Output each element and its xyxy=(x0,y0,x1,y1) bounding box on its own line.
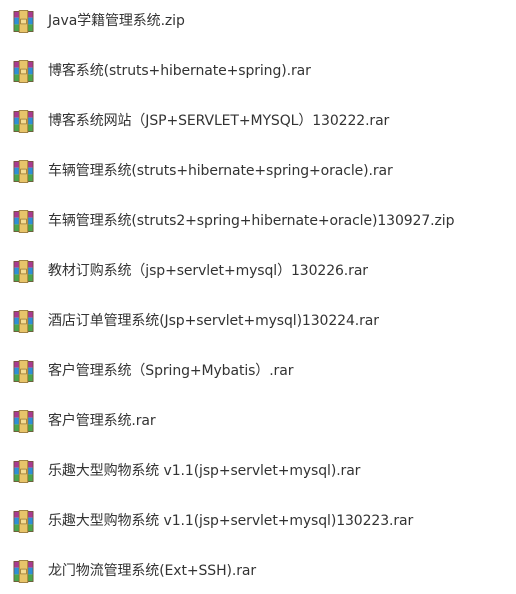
file-item[interactable]: 博客系统网站（JSP+SERVLET+MYSQL）130222.rar xyxy=(0,104,516,138)
file-name: 车辆管理系统(struts2+spring+hibernate+oracle)1… xyxy=(48,213,455,229)
file-item[interactable]: Java学籍管理系统.zip xyxy=(0,4,516,38)
file-item[interactable]: 教材订购系统（jsp+servlet+mysql）130226.rar xyxy=(0,254,516,288)
file-name: 客户管理系统（Spring+Mybatis）.rar xyxy=(48,363,294,379)
file-name: 乐趣大型购物系统 v1.1(jsp+servlet+mysql).rar xyxy=(48,463,361,479)
file-item[interactable]: 乐趣大型购物系统 v1.1(jsp+servlet+mysql).rar xyxy=(0,454,516,488)
file-item[interactable]: 酒店订单管理系统(Jsp+servlet+mysql)130224.rar xyxy=(0,304,516,338)
file-name: 教材订购系统（jsp+servlet+mysql）130226.rar xyxy=(48,263,368,279)
file-name: 客户管理系统.rar xyxy=(48,413,156,429)
file-name: 博客系统(struts+hibernate+spring).rar xyxy=(48,63,311,79)
file-item[interactable]: 博客系统(struts+hibernate+spring).rar xyxy=(0,54,516,88)
file-name: 酒店订单管理系统(Jsp+servlet+mysql)130224.rar xyxy=(48,313,379,329)
file-name: 车辆管理系统(struts+hibernate+spring+oracle).r… xyxy=(48,163,393,179)
file-name: 博客系统网站（JSP+SERVLET+MYSQL）130222.rar xyxy=(48,113,390,129)
file-name: 龙门物流管理系统(Ext+SSH).rar xyxy=(48,563,257,579)
file-item[interactable]: 龙门物流管理系统(Ext+SSH).rar xyxy=(0,554,516,588)
file-item[interactable]: 客户管理系统.rar xyxy=(0,404,516,438)
file-item[interactable]: 乐趣大型购物系统 v1.1(jsp+servlet+mysql)130223.r… xyxy=(0,504,516,538)
file-name: Java学籍管理系统.zip xyxy=(48,13,185,29)
file-item[interactable]: 车辆管理系统(struts2+spring+hibernate+oracle)1… xyxy=(0,204,516,238)
file-name: 乐趣大型购物系统 v1.1(jsp+servlet+mysql)130223.r… xyxy=(48,513,414,529)
file-item[interactable]: 车辆管理系统(struts+hibernate+spring+oracle).r… xyxy=(0,154,516,188)
file-item[interactable]: 客户管理系统（Spring+Mybatis）.rar xyxy=(0,354,516,388)
